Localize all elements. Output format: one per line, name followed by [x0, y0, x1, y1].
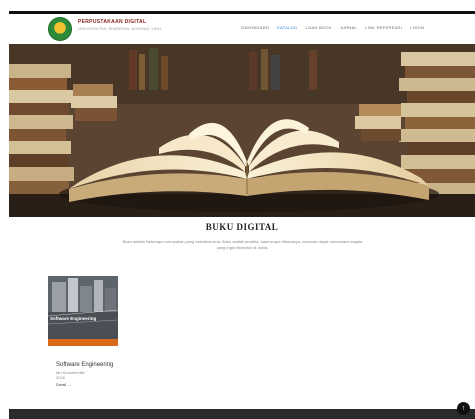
- book-year: 2016: [56, 375, 65, 380]
- section-title: BUKU DIGITAL: [205, 222, 279, 232]
- university-logo[interactable]: [48, 17, 72, 41]
- brand-title: PERPUSTAKAAN DIGITAL: [78, 19, 147, 25]
- book-cover[interactable]: Software Engineering: [48, 276, 118, 346]
- section-description: Buku adalah Beberapa merupakan yang berk…: [122, 239, 363, 250]
- nav-item-loan-book[interactable]: LOAN BOOK: [305, 25, 331, 30]
- book-cover-image: [48, 276, 118, 346]
- back-to-top-button[interactable]: ↑: [457, 402, 470, 415]
- book-cover-title: Software Engineering: [50, 316, 97, 321]
- site-footer: [9, 409, 475, 419]
- hero-banner: [9, 44, 475, 217]
- book-title[interactable]: Software Engineering: [56, 362, 113, 368]
- open-book-image: [9, 44, 475, 217]
- nav-item-login[interactable]: LOGIN: [410, 25, 424, 30]
- main-nav: DASHBOARD KATALOG LOAN BOOK JURNAL LINK …: [241, 25, 424, 30]
- brand-subtitle: UNIVERSITAS JENDERAL ACHMAD YANI: [78, 26, 161, 31]
- book-cover-accent: [48, 339, 118, 346]
- brand[interactable]: PERPUSTAKAAN DIGITAL UNIVERSITAS JENDERA…: [78, 19, 161, 32]
- site-header: PERPUSTAKAAN DIGITAL UNIVERSITAS JENDERA…: [9, 14, 475, 44]
- nav-item-jurnal[interactable]: JURNAL: [340, 25, 357, 30]
- nav-item-katalog[interactable]: KATALOG: [277, 25, 297, 30]
- book-detail-link[interactable]: Detail →: [56, 382, 71, 387]
- nav-item-dashboard[interactable]: DASHBOARD: [241, 25, 269, 30]
- book-card[interactable]: Software Engineering Software Engineerin…: [48, 276, 138, 396]
- nav-item-link-referensi[interactable]: LINK REFERENSI: [365, 25, 402, 30]
